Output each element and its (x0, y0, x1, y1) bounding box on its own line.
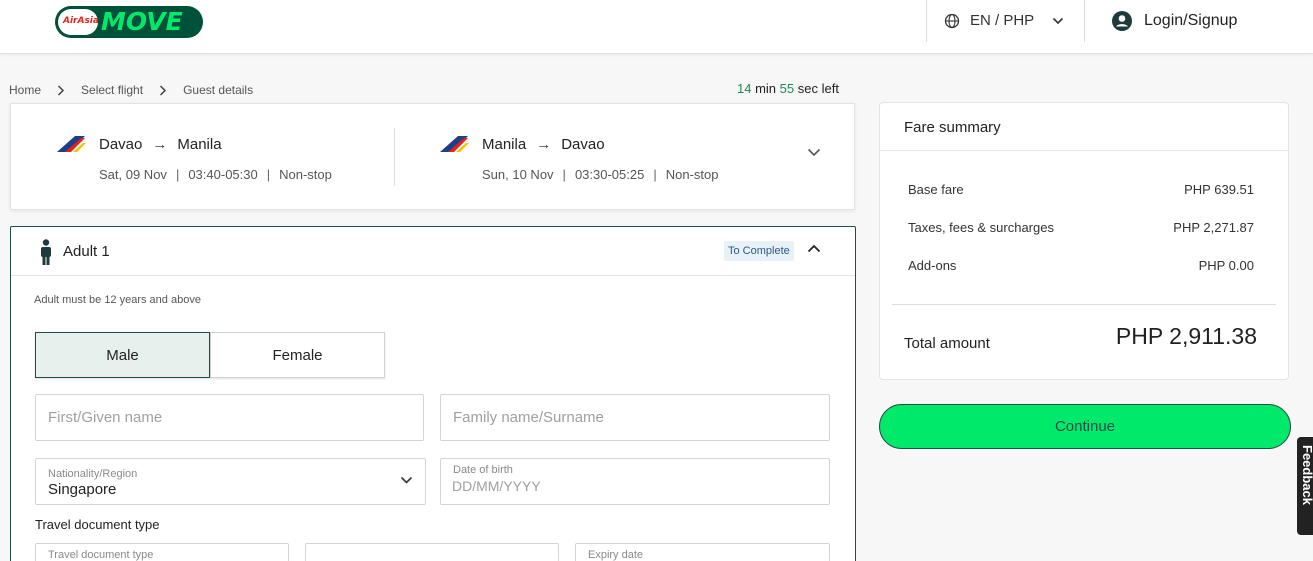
breadcrumb-home[interactable]: Home (9, 83, 41, 97)
chevron-down-icon[interactable] (807, 148, 821, 157)
expiry-date-field[interactable]: Expiry date (575, 543, 830, 561)
total-amount-label: Total amount (904, 335, 990, 352)
flight-time: 03:30-05:25 (574, 167, 645, 182)
language-currency-selector[interactable]: EN / PHP (944, 12, 1074, 29)
total-amount-value: PHP 2,911.38 (1115, 323, 1257, 349)
fare-row-taxes: Taxes, fees & surcharges PHP 2,271.87 (908, 220, 1254, 235)
timer-minutes: 14 (737, 81, 752, 96)
guest-title: Adult 1 (63, 243, 110, 260)
timer-sec-label: sec left (797, 81, 839, 96)
flight-route: Davao → Manila (99, 136, 222, 153)
globe-icon (944, 13, 960, 28)
header-divider (1084, 0, 1085, 42)
nationality-label: Nationality/Region (48, 468, 138, 480)
timer-seconds: 55 (779, 81, 795, 96)
chevron-right-icon (57, 84, 65, 96)
destination-city: Davao (561, 136, 605, 153)
language-label: EN / PHP (970, 12, 1035, 29)
person-icon (41, 239, 51, 265)
origin-city: Davao (99, 136, 143, 153)
flight-summary-card: Davao → Manila Sat, 09 Nov | 03:40-05:30 | Non… (10, 103, 855, 210)
dob-label: Date of birth (453, 464, 513, 476)
feedback-label: Feedback (1300, 445, 1313, 505)
breadcrumb-select-flight[interactable]: Select flight (81, 83, 143, 97)
fare-summary-card: Fare summary Base fare PHP 639.51 Taxes,… (879, 102, 1289, 380)
login-signup-button[interactable]: Login/Signup (1112, 11, 1237, 31)
chevron-down-icon (400, 476, 413, 484)
chevron-right-icon (160, 84, 167, 96)
guest-card-header[interactable]: Adult 1 To Complete (11, 227, 855, 276)
logo-move-text: MOVE (101, 7, 183, 36)
fare-row-label: Base fare (908, 182, 964, 197)
chevron-down-icon (1053, 17, 1064, 24)
login-label: Login/Signup (1144, 12, 1238, 29)
timer-min-label: min (755, 81, 777, 96)
origin-city: Manila (482, 136, 527, 153)
travel-document-type-select[interactable]: Travel document type (35, 543, 289, 561)
logo-airasia-text: AirAsia (63, 16, 99, 26)
gender-female-button[interactable]: Female (210, 332, 385, 378)
travel-document-type-label: Travel document type (48, 549, 154, 561)
fare-summary-header: Fare summary (880, 103, 1288, 151)
gender-selector: Male Female (35, 332, 385, 378)
flight-meta: Sat, 09 Nov | 03:40-05:30 | Non-stop (99, 167, 332, 182)
flight-stops: Non-stop (665, 167, 719, 182)
continue-button[interactable]: Continue (879, 404, 1291, 449)
user-account-icon (1112, 11, 1132, 31)
gender-male-button[interactable]: Male (35, 332, 210, 378)
flight-stops: Non-stop (279, 167, 332, 182)
flight-meta: Sun, 10 Nov | 03:30-05:25 | Non-stop (482, 167, 719, 182)
fare-divider (892, 304, 1276, 305)
date-of-birth-field[interactable]: Date of birth DD/MM/YYYY (440, 458, 830, 505)
family-name-placeholder: Family name/Surname (453, 409, 604, 426)
header-divider (926, 0, 927, 42)
fare-row-value: PHP 639.51 (1184, 182, 1254, 197)
fare-row-value: PHP 0.00 (1198, 258, 1254, 273)
fare-summary-title: Fare summary (904, 119, 1001, 136)
legs-divider (394, 128, 395, 186)
flight-date: Sun, 10 Nov (482, 167, 554, 182)
breadcrumb: Home Select flight Guest details (9, 83, 253, 97)
first-name-field[interactable]: First/Given name (35, 394, 424, 441)
fare-row-label: Taxes, fees & surcharges (908, 220, 1054, 235)
flight-date: Sat, 09 Nov (99, 167, 167, 182)
airline-tail-icon (57, 136, 86, 152)
fare-row-addons: Add-ons PHP 0.00 (908, 258, 1254, 273)
airasia-move-logo[interactable]: AirAsia MOVE (55, 6, 203, 38)
arrow-right-icon: → (536, 136, 552, 153)
status-badge: To Complete (724, 241, 794, 261)
document-number-field[interactable] (305, 543, 559, 561)
fare-row-label: Add-ons (908, 258, 957, 273)
flight-route: Manila → Davao (482, 136, 605, 153)
guest-details-card: Adult 1 To Complete Adult must be 12 yea… (10, 226, 856, 561)
fare-row-value: PHP 2,271.87 (1173, 220, 1254, 235)
nationality-select[interactable]: Nationality/Region Singapore (35, 458, 426, 505)
chevron-up-icon[interactable] (807, 244, 821, 253)
destination-city: Manila (177, 136, 222, 153)
first-name-placeholder: First/Given name (48, 409, 163, 426)
expiry-date-label: Expiry date (588, 549, 644, 561)
session-timer: 14 min 55 sec left (737, 81, 839, 96)
nationality-value: Singapore (48, 481, 117, 498)
age-requirement-note: Adult must be 12 years and above (34, 294, 201, 306)
breadcrumb-guest-details: Guest details (183, 83, 254, 97)
dob-placeholder: DD/MM/YYYY (452, 478, 541, 494)
top-header: AirAsia MOVE EN / PHP Login/Signup (0, 0, 1313, 54)
arrow-right-icon: → (152, 136, 168, 153)
flight-time: 03:40-05:30 (188, 167, 258, 182)
fare-row-base: Base fare PHP 639.51 (908, 182, 1254, 197)
family-name-field[interactable]: Family name/Surname (440, 394, 830, 441)
airline-tail-icon (440, 136, 469, 152)
feedback-tab[interactable]: Feedback (1297, 437, 1313, 535)
travel-document-section-label: Travel document type (35, 517, 160, 532)
